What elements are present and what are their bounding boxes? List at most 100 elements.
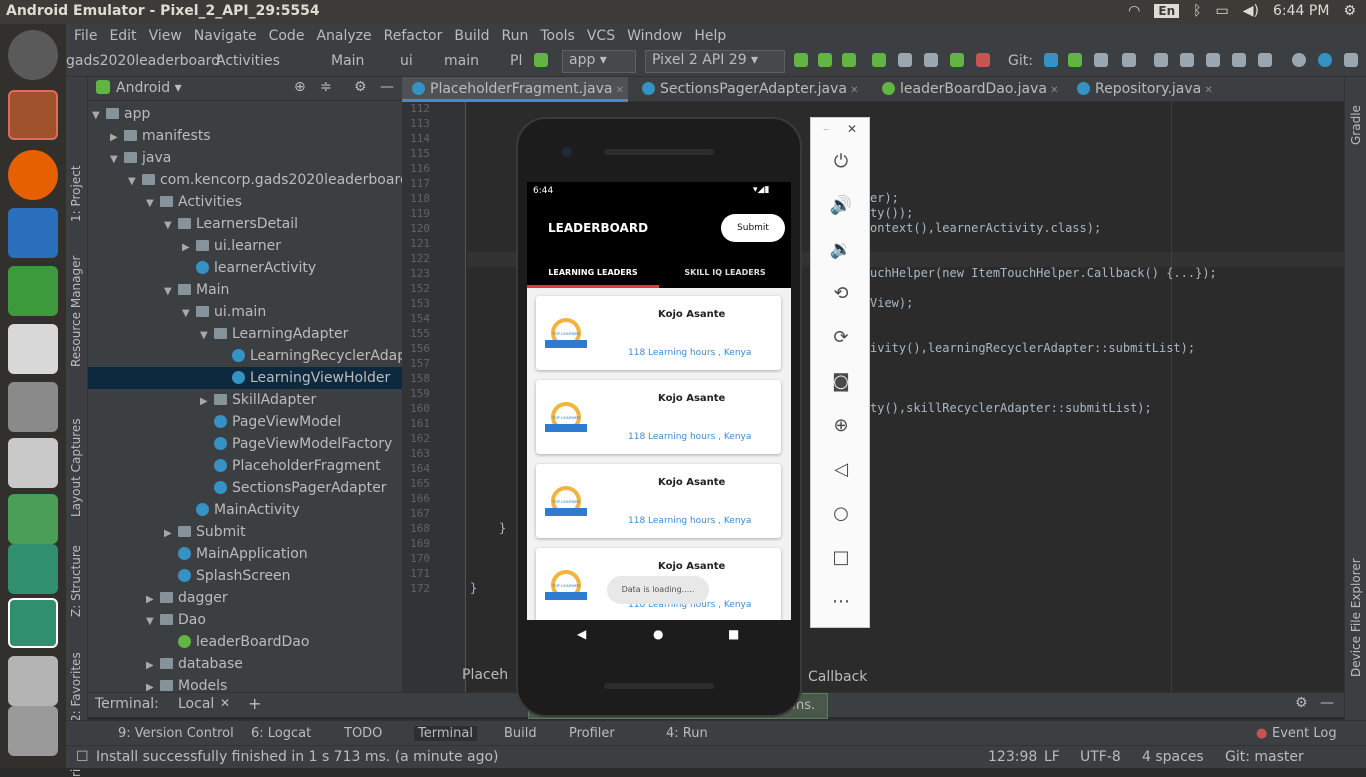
breadcrumb-placeholder[interactable]: Pl: [510, 53, 522, 69]
tree-item[interactable]: learnerActivity: [88, 257, 402, 279]
tab-learning-leaders[interactable]: LEARNING LEADERS: [527, 268, 659, 277]
writer-icon[interactable]: [8, 208, 58, 258]
close-icon[interactable]: ✕: [847, 85, 858, 96]
expand-arrow-icon[interactable]: ▶: [182, 237, 196, 257]
menu-window[interactable]: Window: [621, 28, 688, 44]
close-icon[interactable]: ✕: [1201, 85, 1212, 96]
tool-terminal[interactable]: Terminal: [414, 726, 477, 741]
tool-resource-manager[interactable]: Resource Manager: [69, 256, 83, 367]
device-manager-icon[interactable]: [1344, 53, 1358, 67]
caret-position[interactable]: 123:98: [988, 749, 1037, 765]
tree-item[interactable]: MainApplication: [88, 543, 402, 565]
expand-arrow-icon[interactable]: ▶: [110, 127, 124, 147]
menu-navigate[interactable]: Navigate: [188, 28, 263, 44]
tool-logcat[interactable]: 6: Logcat: [251, 726, 311, 741]
avd-manager-icon[interactable]: [1180, 53, 1194, 67]
android-studio-icon[interactable]: [8, 494, 58, 544]
gear-icon[interactable]: ⚙: [1295, 695, 1308, 711]
tree-item[interactable]: ▼ ui.main: [88, 301, 402, 323]
expand-arrow-icon[interactable]: ▶: [146, 655, 160, 675]
emulator-icon[interactable]: [8, 544, 58, 594]
status-checkbox-icon[interactable]: ☐: [76, 749, 89, 765]
menu-build[interactable]: Build: [448, 28, 495, 44]
apply-code-icon[interactable]: [842, 53, 856, 67]
expand-arrow-icon[interactable]: ▶: [146, 589, 160, 609]
expand-arrow-icon[interactable]: ▼: [146, 611, 160, 631]
tree-item[interactable]: LearningViewHolder: [88, 367, 402, 389]
expand-arrow-icon[interactable]: ▼: [128, 171, 142, 191]
project-view-select[interactable]: Android ▾: [116, 80, 182, 96]
language-indicator[interactable]: En: [1154, 4, 1180, 18]
locate-icon[interactable]: ⊕: [294, 79, 306, 95]
menu-tools[interactable]: Tools: [534, 28, 581, 44]
sync-icon[interactable]: [1206, 53, 1220, 67]
debug-icon[interactable]: [872, 53, 886, 67]
terminal-tab-local[interactable]: Local: [178, 696, 214, 712]
rotate-left-icon[interactable]: ⟲: [827, 280, 855, 308]
menu-refactor[interactable]: Refactor: [378, 28, 449, 44]
tool-project[interactable]: 1: Project: [69, 165, 83, 222]
zoom-icon[interactable]: ⊕: [827, 412, 855, 440]
settings-icon[interactable]: [8, 382, 58, 432]
home-icon[interactable]: ●: [653, 627, 663, 641]
coverage-icon[interactable]: [898, 53, 912, 67]
workspace-icon[interactable]: [8, 656, 58, 706]
bluetooth-icon[interactable]: ᛒ: [1193, 3, 1201, 19]
tree-item[interactable]: LearningRecyclerAdapter: [88, 345, 402, 367]
expand-arrow-icon[interactable]: ▼: [92, 105, 106, 125]
close-icon[interactable]: ✕: [220, 696, 230, 710]
back-icon[interactable]: ◁: [827, 456, 855, 484]
expand-arrow-icon[interactable]: ▼: [146, 193, 160, 213]
close-icon[interactable]: ✕: [612, 85, 624, 96]
camera-icon[interactable]: ◙: [827, 368, 855, 396]
tree-item[interactable]: ▶ Submit: [88, 521, 402, 543]
collapse-icon[interactable]: ≑: [320, 79, 332, 95]
tree-item[interactable]: ▼ Dao: [88, 609, 402, 631]
git-history-icon[interactable]: [1094, 53, 1108, 67]
menu-vcs[interactable]: VCS: [581, 28, 621, 44]
tree-item[interactable]: MainActivity: [88, 499, 402, 521]
breadcrumb-ui[interactable]: ui: [400, 53, 413, 69]
menu-analyze[interactable]: Analyze: [310, 28, 377, 44]
menu-run[interactable]: Run: [496, 28, 535, 44]
tab-skill-iq-leaders[interactable]: SKILL IQ LEADERS: [659, 268, 791, 277]
indent-setting[interactable]: 4 spaces: [1142, 749, 1204, 765]
hide-icon[interactable]: —: [1320, 695, 1334, 711]
tree-item[interactable]: PageViewModel: [88, 411, 402, 433]
expand-arrow-icon[interactable]: ▼: [164, 281, 178, 301]
project-structure-icon[interactable]: [1154, 53, 1168, 67]
wifi-icon[interactable]: ◠: [1128, 3, 1140, 19]
menu-view[interactable]: View: [143, 28, 188, 44]
battery-icon[interactable]: ▭: [1216, 3, 1229, 19]
expand-arrow-icon[interactable]: ▼: [200, 325, 214, 345]
breadcrumb-main2[interactable]: main: [444, 53, 479, 69]
gear-icon[interactable]: ⚙: [354, 79, 367, 95]
power-icon[interactable]: ⏻: [827, 148, 855, 176]
editor-tab[interactable]: PlaceholderFragment.java ✕: [402, 77, 628, 102]
run-icon[interactable]: [794, 53, 808, 67]
close-icon[interactable]: ✕: [1047, 85, 1058, 96]
tree-item[interactable]: ▼ app: [88, 103, 402, 125]
tree-item[interactable]: ▼ com.kencorp.gads2020leaderboard: [88, 169, 402, 191]
volume-down-icon[interactable]: 🔉: [827, 236, 855, 264]
tool-todo[interactable]: TODO: [344, 726, 382, 741]
tree-item[interactable]: ▼ Main: [88, 279, 402, 301]
tool-profiler[interactable]: Profiler: [569, 726, 615, 741]
gear-icon[interactable]: ⚙: [1343, 3, 1356, 19]
tree-item[interactable]: ▶ dagger: [88, 587, 402, 609]
leader-card[interactable]: TOP LEARNER Kojo Asante 118 Learning hours…: [536, 464, 781, 538]
firefox-icon[interactable]: [8, 150, 58, 200]
new-terminal-button[interactable]: +: [248, 694, 261, 713]
tree-item[interactable]: ▶ ui.learner: [88, 235, 402, 257]
status-message[interactable]: Install successfully finished in 1 s 713…: [96, 749, 499, 765]
expand-arrow-icon[interactable]: ▼: [164, 215, 178, 235]
clock[interactable]: 6:44 PM: [1273, 3, 1329, 19]
rotate-right-icon[interactable]: ⟳: [827, 324, 855, 352]
editor-tab[interactable]: leaderBoardDao.java ✕: [872, 77, 1062, 102]
breadcrumb-project[interactable]: gads2020leaderboard: [66, 53, 220, 69]
tree-item[interactable]: ▼ LearnersDetail: [88, 213, 402, 235]
app-stack-icon[interactable]: [8, 438, 58, 488]
tool-structure[interactable]: Z: Structure: [69, 545, 83, 617]
tree-item[interactable]: PageViewModelFactory: [88, 433, 402, 455]
device-select[interactable]: Pixel 2 API 29 ▾: [645, 50, 785, 73]
